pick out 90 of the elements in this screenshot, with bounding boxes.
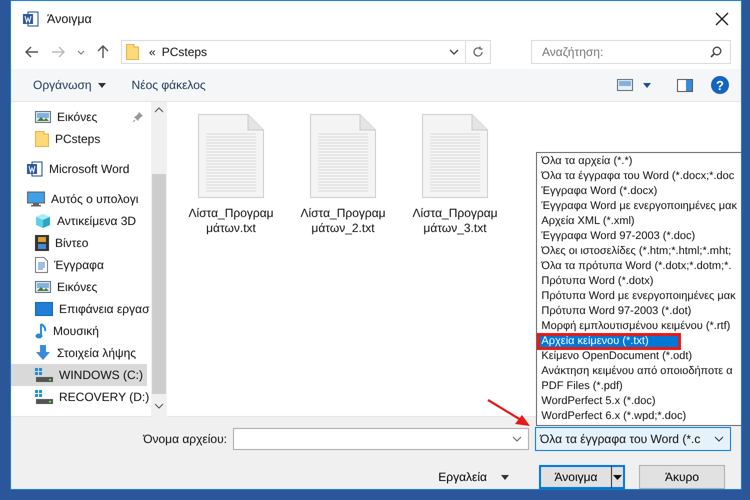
sidebar-item[interactable]: WINDOWS (C:)	[11, 364, 147, 386]
search-icon	[710, 46, 722, 58]
file-type-option[interactable]: Πρότυπα Word (*.dotx)	[538, 274, 740, 289]
help-button[interactable]: ?	[711, 76, 729, 94]
file-type-dropdown[interactable]: Όλα τα έγγραφα του Word (*.c	[535, 427, 731, 451]
filename-field[interactable]	[233, 428, 529, 450]
sidebar-item[interactable]: Επιφάνεια εργασ	[11, 298, 147, 320]
sidebar-item[interactable]: Μουσική	[11, 320, 147, 342]
sidebar-item[interactable]: PCsteps	[11, 128, 147, 150]
file-item[interactable]: Λίστα_Προγραμ μάτων.txt	[181, 114, 281, 236]
chevron-down-icon[interactable]	[512, 436, 522, 442]
new-folder-button[interactable]: Νέος φάκελος	[124, 74, 214, 96]
sidebar-item[interactable]: Microsoft Word	[11, 158, 147, 180]
sidebar-item[interactable]: Εικόνες	[11, 106, 147, 128]
sidebar-item[interactable]: Βίντεο	[11, 232, 147, 254]
sidebar-item[interactable]: Αυτός ο υπολογι	[11, 188, 147, 210]
chevron-down-icon	[714, 436, 724, 442]
overflow-chevrons[interactable]: «	[149, 45, 156, 59]
file-type-option[interactable]: Έγγραφα Word με ενεργοποιημένες μακ	[538, 199, 740, 214]
music-note-icon	[35, 323, 47, 339]
file-name: Λίστα_Προγραμ	[188, 206, 274, 221]
caret-icon	[613, 474, 622, 480]
back-arrow-icon[interactable]	[25, 46, 39, 58]
tools-button[interactable]: Εργαλεία	[432, 469, 515, 485]
text-file-icon	[422, 114, 488, 198]
window-title: Άνοιγμα	[47, 12, 92, 26]
text-file-icon	[198, 114, 264, 198]
file-type-option[interactable]: Πρότυπα Word 97-2003 (*.dot)	[538, 304, 740, 319]
file-item[interactable]: Λίστα_Προγραμ μάτων_3.txt	[405, 114, 505, 236]
scrollbar-drawing[interactable]	[151, 102, 167, 417]
close-icon[interactable]	[715, 12, 729, 26]
file-type-option[interactable]: Πρότυπα Word με ενεργοποιημένες μακ	[538, 289, 740, 304]
organize-button[interactable]: Οργάνωση	[25, 74, 114, 96]
chevron-down-icon[interactable]	[449, 49, 459, 55]
film-icon	[35, 235, 49, 251]
text-file-icon	[310, 114, 376, 198]
picture-icon	[35, 111, 51, 123]
file-type-option[interactable]: Μορφή εμπλουτισμένου κειμένου (*.rtf)	[538, 319, 740, 334]
file-type-option[interactable]: Έγγραφα Word 97-2003 (*.doc)	[538, 229, 740, 244]
file-type-option[interactable]: PDF Files (*.pdf)	[538, 379, 740, 394]
download-arrow-icon	[35, 345, 51, 361]
pin-icon[interactable]	[133, 112, 143, 122]
sidebar-item[interactable]: Αντικείμενα 3D	[11, 210, 147, 232]
sidebar-item[interactable]: Στοιχεία λήψης	[11, 342, 147, 364]
picture-icon	[35, 281, 51, 293]
preview-pane-icon[interactable]	[677, 78, 693, 92]
file-type-option[interactable]: Όλα τα πρότυπα Word (*.dotx;*.dotm;*.	[538, 259, 740, 274]
drive-icon	[35, 390, 53, 404]
file-name: Λίστα_Προγραμ	[300, 206, 386, 221]
caret-icon	[501, 474, 509, 480]
file-type-option[interactable]: Όλα τα αρχεία (*.*)	[538, 154, 740, 169]
caret-icon	[98, 82, 106, 88]
cube-icon	[35, 213, 51, 229]
folder-icon	[126, 44, 139, 60]
path-segment[interactable]: PCsteps	[162, 45, 208, 59]
document-icon	[35, 257, 48, 273]
annotation-arrow-drawing	[487, 399, 531, 427]
word-icon	[23, 11, 39, 27]
file-name: Λίστα_Προγραμ	[412, 206, 498, 221]
file-type-option[interactable]: Έγγραφα Word (*.docx)	[538, 184, 740, 199]
address-bar[interactable]: « PCsteps	[121, 40, 491, 64]
search-field[interactable]: Αναζήτηση:	[531, 40, 731, 64]
chevron-down-icon[interactable]	[77, 50, 85, 54]
file-name: μάτων_2.txt	[311, 221, 375, 236]
up-arrow-icon[interactable]	[97, 45, 109, 59]
file-type-option[interactable]: Όλα τα έγγραφα του Word (*.docx;*.doc	[538, 169, 740, 184]
caret-icon[interactable]	[643, 82, 651, 88]
drive-icon	[35, 368, 53, 382]
sidebar-item[interactable]: RECOVERY (D:)	[11, 386, 147, 408]
monitor-icon	[27, 191, 45, 207]
file-item[interactable]: Λίστα_Προγραμ μάτων_2.txt	[293, 114, 393, 236]
filename-label: Όνομα αρχείου:	[142, 432, 227, 446]
sidebar-item[interactable]: Εικόνες	[11, 276, 147, 298]
cancel-button[interactable]: Άκυρο	[639, 465, 725, 489]
sidebar-item[interactable]: Έγγραφα	[11, 254, 147, 276]
file-name: μάτων.txt	[206, 221, 256, 236]
desktop-icon	[35, 302, 53, 316]
open-menu-button[interactable]	[611, 465, 625, 489]
file-type-option[interactable]: WordPerfect 6.x (*.wpd;*.doc)	[538, 409, 740, 424]
file-type-option[interactable]: Ανάκτηση κειμένου από οποιοδήποτε α	[538, 364, 740, 379]
open-button[interactable]: Άνοιγμα	[539, 465, 611, 489]
word-icon	[27, 161, 43, 177]
file-type-option[interactable]: Αρχεία κείμενου (*.txt)	[538, 334, 680, 349]
file-type-option[interactable]: Κείμενο OpenDocument (*.odt)	[538, 349, 740, 364]
view-picture-icon[interactable]	[617, 79, 633, 91]
file-type-option[interactable]: Όλες οι ιστοσελίδες (*.htm;*.html;*.mht;	[538, 244, 740, 259]
file-type-option[interactable]: WordPerfect 5.x (*.doc)	[538, 394, 740, 409]
file-type-option[interactable]: Αρχεία XML (*.xml)	[538, 214, 740, 229]
file-name: μάτων_3.txt	[423, 221, 487, 236]
folder-icon	[35, 131, 49, 147]
